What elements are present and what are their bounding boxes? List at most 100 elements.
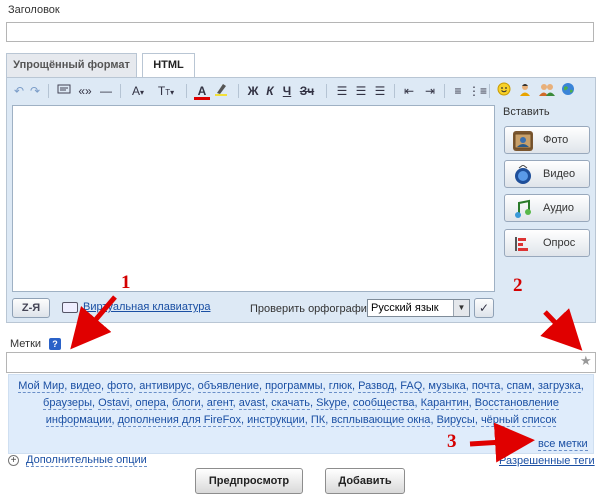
tag-separator: , [468, 397, 475, 409]
smiley-icon[interactable] [496, 82, 512, 100]
all-tags-link[interactable]: все метки [538, 438, 588, 451]
highlight-icon[interactable] [213, 82, 229, 100]
font-size-icon[interactable]: A▾ [126, 82, 150, 100]
preview-button[interactable]: Предпросмотр [195, 468, 303, 494]
tag-separator: , [232, 397, 239, 409]
toolbar-separator [120, 84, 121, 98]
annotation-number-3: 3 [447, 431, 457, 452]
align-left-icon[interactable]: ☰ [334, 82, 350, 100]
text-size-icon[interactable]: TT▾ [153, 82, 179, 100]
undo-icon[interactable]: ↶ [12, 82, 26, 100]
unordered-list-icon[interactable]: ⋮≡ [468, 82, 487, 100]
strikethrough-icon[interactable]: Зч [298, 82, 316, 100]
toolbar-separator [489, 84, 490, 98]
tag-link[interactable]: блоги [172, 397, 201, 410]
tag-link[interactable]: Skype [316, 397, 347, 410]
bold-icon[interactable]: Ж [246, 82, 260, 100]
tag-link[interactable]: ПК [310, 414, 326, 427]
tag-link[interactable]: скачать [271, 397, 311, 410]
tag-link[interactable]: опера [135, 397, 166, 410]
tag-link[interactable]: инструкции [247, 414, 305, 427]
insert-poll-button[interactable]: Опрос [504, 229, 590, 257]
tag-link[interactable]: загрузка [537, 380, 581, 393]
tag-separator: , [304, 414, 311, 426]
title-input[interactable] [6, 22, 594, 42]
language-select[interactable]: Русский язык ▼ [367, 299, 470, 317]
insert-video-button[interactable]: Видео [504, 160, 590, 188]
align-center-icon[interactable]: ☰ [353, 82, 369, 100]
allowed-tags-link[interactable]: Разрешенные теги [499, 455, 595, 467]
tag-link[interactable]: чёрный список [480, 414, 557, 427]
help-icon[interactable]: ? [49, 338, 61, 350]
globe-icon[interactable] [560, 82, 576, 100]
tag-link[interactable]: всплывающие окна [331, 414, 431, 427]
tag-link[interactable]: объявление [197, 380, 259, 393]
tag-link[interactable]: дополнения для FireFox [117, 414, 241, 427]
tag-link[interactable]: avast [238, 397, 266, 410]
video-icon [513, 164, 533, 185]
add-button[interactable]: Добавить [325, 468, 405, 494]
star-icon[interactable]: ★ [580, 353, 592, 369]
cut-icon[interactable] [56, 82, 72, 100]
more-options-link[interactable]: Дополнительные опции [26, 454, 147, 467]
zya-button[interactable]: Z-Я [12, 298, 50, 318]
tag-link[interactable]: видео [70, 380, 102, 393]
tag-link[interactable]: Карантин [420, 397, 469, 410]
group-icon[interactable] [538, 82, 556, 100]
tag-link[interactable]: программы [265, 380, 323, 393]
tag-link[interactable]: Развод [358, 380, 395, 393]
tag-link[interactable]: спам [506, 380, 532, 393]
tag-link[interactable]: музыка [428, 380, 466, 393]
tag-link[interactable]: Мой Мир [18, 380, 65, 393]
dash-icon[interactable]: — [98, 82, 114, 100]
tag-cloud: Мой Мир, видео, фото, антивирус, объявле… [14, 378, 588, 429]
tag-separator: , [346, 397, 353, 409]
font-color-icon[interactable]: A [194, 82, 210, 100]
tag-link[interactable]: антивирус [139, 380, 192, 393]
italic-icon[interactable]: К [263, 82, 277, 100]
tag-link[interactable]: Вирусы [436, 414, 475, 427]
user-icon[interactable] [517, 82, 533, 100]
quote-icon[interactable]: «» [76, 82, 94, 100]
toolbar-separator [444, 84, 445, 98]
tab-simple-format[interactable]: Упрощённый формат [6, 53, 137, 77]
insert-photo-button[interactable]: Фото [504, 126, 590, 154]
tag-link[interactable]: Ostavi [98, 397, 130, 410]
tags-input[interactable] [6, 352, 596, 373]
chevron-down-icon[interactable]: ▼ [453, 300, 469, 316]
tag-separator: , [500, 380, 507, 392]
tag-link[interactable]: глюк [328, 380, 352, 393]
insert-audio-button[interactable]: Аудио [504, 194, 590, 222]
tag-link[interactable]: браузеры [43, 397, 93, 410]
indent-icon[interactable]: ⇥ [421, 82, 439, 100]
plus-icon[interactable]: + [8, 455, 19, 466]
insert-video-label: Видео [543, 168, 576, 180]
tag-separator: , [111, 414, 118, 426]
tag-link[interactable]: фото [107, 380, 134, 393]
tag-link[interactable]: FAQ [400, 380, 423, 393]
tag-link[interactable]: сообщества [352, 397, 415, 410]
tag-link[interactable]: агент [206, 397, 233, 410]
tag-link[interactable]: почта [471, 380, 501, 393]
redo-icon[interactable]: ↷ [28, 82, 42, 100]
outdent-icon[interactable]: ⇤ [400, 82, 418, 100]
spellcheck-button[interactable]: ✓ [474, 298, 494, 318]
insert-photo-label: Фото [543, 134, 569, 146]
insert-label: Вставить [503, 106, 550, 118]
underline-icon[interactable]: Ч [280, 82, 294, 100]
tag-separator: , [414, 397, 421, 409]
ordered-list-icon[interactable]: ≡ [450, 82, 466, 100]
post-body-textarea[interactable] [12, 105, 495, 292]
tag-separator: , [580, 380, 584, 392]
toolbar-separator [326, 84, 327, 98]
language-select-value: Русский язык [371, 302, 439, 314]
annotation-number-1: 1 [121, 272, 131, 293]
virtual-keyboard-link[interactable]: Виртуальная клавиатура [83, 301, 210, 313]
audio-icon [513, 199, 533, 219]
keyboard-icon [62, 302, 78, 313]
align-right-icon[interactable]: ☰ [372, 82, 388, 100]
insert-audio-label: Аудио [543, 202, 575, 214]
tag-separator: , [191, 380, 198, 392]
tab-html[interactable]: HTML [142, 53, 195, 78]
tags-label: Метки [10, 338, 42, 350]
